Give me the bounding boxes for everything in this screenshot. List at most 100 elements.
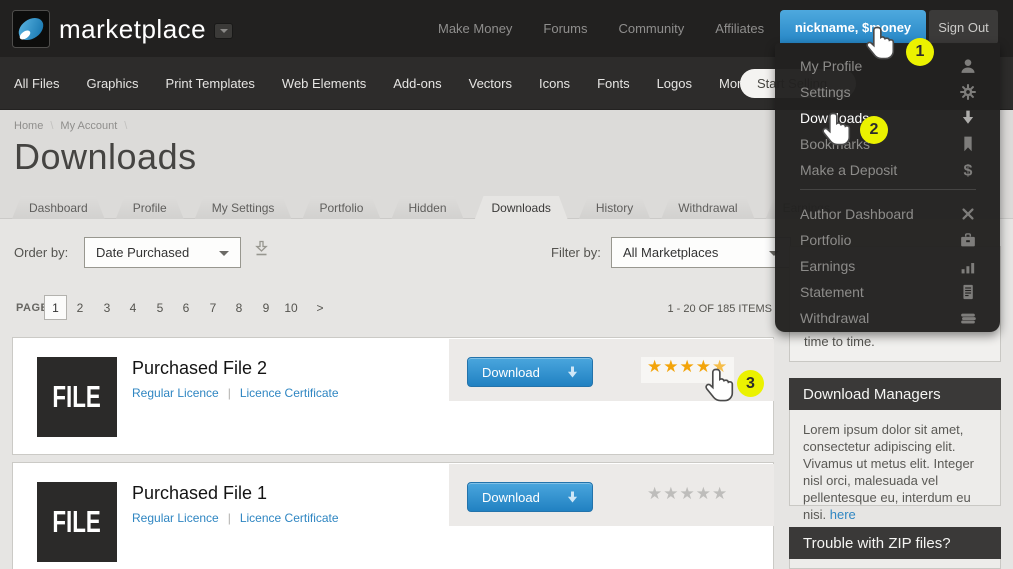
download-button-label: Download: [468, 490, 566, 505]
tab-history[interactable]: History: [579, 196, 650, 219]
nav-affiliates[interactable]: Affiliates: [715, 21, 764, 36]
regular-licence-link[interactable]: Regular Licence: [132, 511, 219, 525]
logo[interactable]: marketplace: [12, 9, 233, 49]
tab-my-settings[interactable]: My Settings: [195, 196, 292, 219]
menu-item-label: Settings: [800, 84, 851, 100]
menu-item-earnings[interactable]: Earnings: [775, 253, 1000, 279]
callout-3: 3: [737, 370, 764, 397]
cat-icons[interactable]: Icons: [539, 76, 570, 91]
page-next[interactable]: >: [310, 301, 330, 315]
account-dropdown-menu: My Profile Settings Downloads: [775, 43, 1000, 332]
file-thumbnail[interactable]: FILE: [37, 482, 117, 562]
star-icon[interactable]: ★: [680, 357, 696, 376]
star-icon[interactable]: ★: [663, 484, 679, 503]
file-thumbnail[interactable]: FILE: [37, 357, 117, 437]
regular-licence-link[interactable]: Regular Licence: [132, 386, 219, 400]
cat-vectors[interactable]: Vectors: [469, 76, 512, 91]
filter-by-value: All Marketplaces: [623, 245, 718, 260]
star-icon[interactable]: ★: [663, 357, 679, 376]
page-number[interactable]: 3: [97, 301, 117, 315]
page-number-current[interactable]: 1: [44, 295, 67, 320]
account-button[interactable]: nickname, $money: [780, 10, 926, 44]
menu-item-label: Earnings: [800, 258, 855, 274]
tab-hidden[interactable]: Hidden: [391, 196, 463, 219]
file-title[interactable]: Purchased File 2: [129, 358, 267, 379]
header-nav: Make Money Forums Community Affiliates H…: [438, 0, 822, 57]
page-number[interactable]: 6: [176, 301, 196, 315]
licence-certificate-link[interactable]: Licence Certificate: [240, 386, 339, 400]
cat-graphics[interactable]: Graphics: [87, 76, 139, 91]
tab-downloads[interactable]: Downloads: [475, 196, 568, 220]
purchased-file-row: FILE Purchased File 1 Regular Licence | Li…: [12, 462, 774, 569]
file-title[interactable]: Purchased File 1: [129, 483, 267, 504]
download-icon: [960, 110, 976, 126]
star-icon[interactable]: ★: [712, 484, 728, 503]
cat-add-ons[interactable]: Add-ons: [393, 76, 441, 91]
here-link[interactable]: here: [830, 507, 856, 522]
link-separator: |: [228, 511, 231, 525]
star-icon[interactable]: ★: [647, 357, 663, 376]
order-by-select[interactable]: Date Purchased: [84, 237, 241, 268]
star-icon[interactable]: ★: [696, 484, 712, 503]
download-button[interactable]: Download: [467, 482, 593, 512]
cat-web-elements[interactable]: Web Elements: [282, 76, 366, 91]
star-icon[interactable]: ★: [680, 484, 696, 503]
zip-help-body: [789, 559, 1001, 569]
page-number[interactable]: 2: [70, 301, 90, 315]
page-title: Downloads: [14, 136, 197, 178]
breadcrumb-my-account[interactable]: My Account: [60, 120, 117, 132]
page-number[interactable]: 9: [256, 301, 276, 315]
chevron-down-icon: [219, 251, 229, 256]
tab-portfolio[interactable]: Portfolio: [302, 196, 380, 219]
menu-item-bookmarks[interactable]: Bookmarks: [775, 131, 1000, 157]
menu-divider: [800, 189, 976, 190]
menu-item-label: My Profile: [800, 58, 862, 74]
page-number[interactable]: 4: [123, 301, 143, 315]
download-managers-header: Download Managers: [789, 378, 1001, 410]
logo-mark-icon: [12, 10, 50, 48]
page-number[interactable]: 10: [281, 301, 301, 315]
link-separator: |: [228, 386, 231, 400]
menu-item-withdrawal[interactable]: Withdrawal: [775, 305, 1000, 331]
filter-by-select[interactable]: All Marketplaces: [611, 237, 791, 268]
tab-dashboard[interactable]: Dashboard: [12, 196, 105, 219]
cursor-pointer-icon: [822, 112, 852, 148]
cat-all-files[interactable]: All Files: [14, 76, 60, 91]
tab-withdrawal[interactable]: Withdrawal: [661, 196, 754, 219]
menu-item-make-a-deposit[interactable]: Make a Deposit $: [775, 157, 1000, 183]
gear-icon: [960, 84, 976, 100]
star-icon[interactable]: ★: [647, 484, 663, 503]
cat-fonts[interactable]: Fonts: [597, 76, 630, 91]
menu-item-author-dashboard[interactable]: Author Dashboard: [775, 201, 1000, 227]
filter-by-label: Filter by:: [551, 245, 601, 260]
tools-icon: [960, 206, 976, 222]
statement-icon: [960, 284, 976, 300]
download-managers-text: Lorem ipsum dolor sit amet, consectetur …: [803, 422, 974, 522]
menu-item-settings[interactable]: Settings: [775, 79, 1000, 105]
cursor-pointer-icon: [705, 368, 735, 404]
nav-make-money[interactable]: Make Money: [438, 21, 512, 36]
cat-logos[interactable]: Logos: [657, 76, 692, 91]
bar-chart-icon: [960, 258, 976, 274]
cat-print-templates[interactable]: Print Templates: [166, 76, 255, 91]
nav-community[interactable]: Community: [618, 21, 684, 36]
svg-text:$: $: [964, 163, 973, 178]
page-number[interactable]: 5: [150, 301, 170, 315]
breadcrumb-separator: \: [50, 120, 53, 132]
nav-forums[interactable]: Forums: [543, 21, 587, 36]
logo-chevron-button[interactable]: [214, 23, 233, 39]
page-number[interactable]: 7: [203, 301, 223, 315]
file-thumb-label: FILE: [53, 379, 101, 415]
breadcrumb-home[interactable]: Home: [14, 120, 43, 132]
download-button[interactable]: Download: [467, 357, 593, 387]
licence-certificate-link[interactable]: Licence Certificate: [240, 511, 339, 525]
zip-help-header: Trouble with ZIP files?: [789, 527, 1001, 559]
chevron-down-icon: [220, 29, 228, 33]
signout-button[interactable]: Sign Out: [929, 10, 998, 44]
menu-item-portfolio[interactable]: Portfolio: [775, 227, 1000, 253]
menu-item-statement[interactable]: Statement: [775, 279, 1000, 305]
download-sort-icon[interactable]: [253, 240, 270, 260]
tab-profile[interactable]: Profile: [116, 196, 184, 219]
page-number[interactable]: 8: [229, 301, 249, 315]
callout-1: 1: [906, 38, 934, 66]
